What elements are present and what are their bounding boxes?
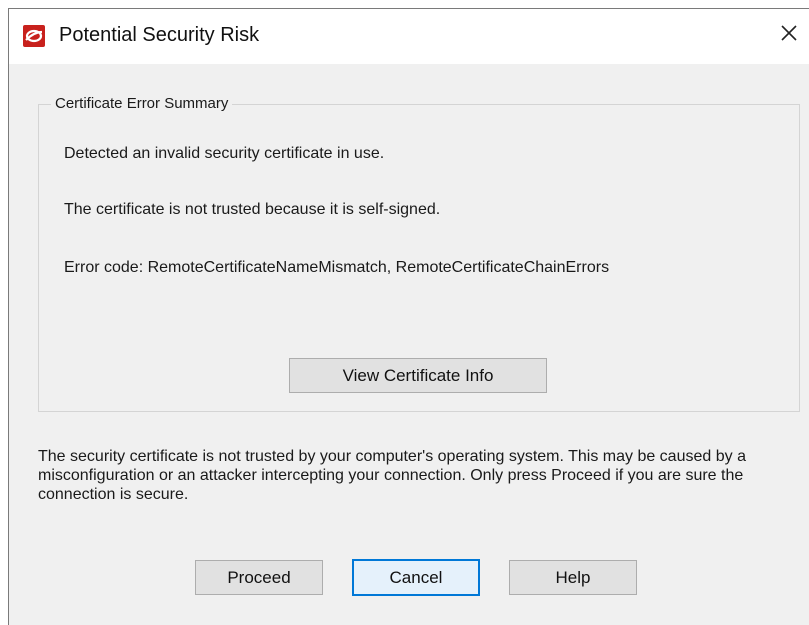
title-bar[interactable]: Potential Security Risk [9, 9, 809, 64]
dialog-title: Potential Security Risk [59, 24, 260, 46]
certificate-error-summary-group: Certificate Error Summary Detected an in… [38, 95, 800, 412]
proceed-button[interactable]: Proceed [195, 560, 323, 595]
group-heading: Certificate Error Summary [51, 95, 233, 112]
summary-line-error-code: Error code: RemoteCertificateNameMismatc… [64, 259, 610, 276]
summary-line-detected: Detected an invalid security certificate… [64, 145, 385, 162]
security-risk-dialog: Potential Security Risk Certificate Erro… [8, 8, 809, 625]
app-logo-icon [23, 25, 45, 47]
view-certificate-info-button[interactable]: View Certificate Info [289, 358, 547, 393]
summary-line-self-signed: The certificate is not trusted because i… [64, 201, 441, 218]
cancel-button[interactable]: Cancel [352, 559, 480, 596]
close-button[interactable] [769, 13, 809, 57]
close-icon [780, 24, 798, 47]
warning-text: The security certificate is not trusted … [38, 448, 746, 503]
help-button[interactable]: Help [509, 560, 637, 595]
